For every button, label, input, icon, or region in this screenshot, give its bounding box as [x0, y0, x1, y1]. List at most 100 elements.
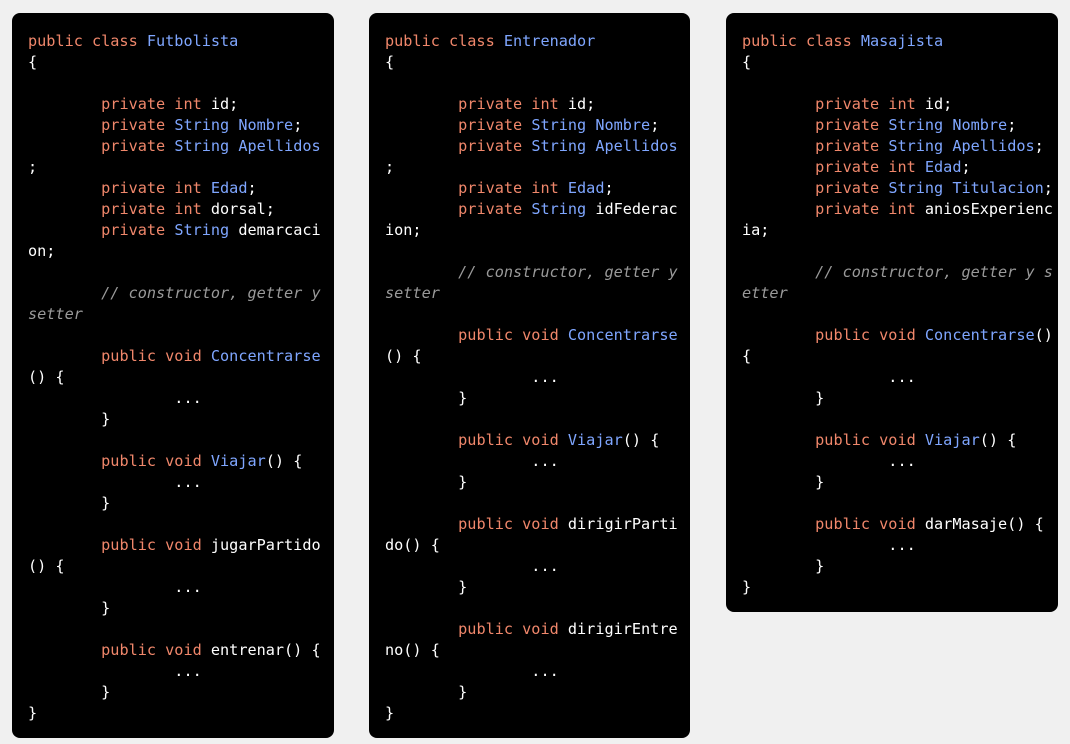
- code-token: // constructor, getter y: [101, 284, 321, 302]
- code-token: ion;: [385, 221, 422, 239]
- code-token: private: [458, 137, 532, 155]
- code-token: private int: [815, 95, 925, 113]
- code-token: Viajar: [567, 431, 623, 449]
- code-token: Apellidos: [952, 137, 1035, 155]
- code-token: public void: [458, 431, 568, 449]
- code-line: public void dirigirParti: [369, 514, 690, 535]
- code-line: private String Apellidos: [369, 136, 690, 157]
- code-line: }: [12, 409, 334, 430]
- code-line: ;: [369, 157, 690, 178]
- code-token: }: [385, 704, 395, 722]
- code-line: ...: [726, 367, 1058, 388]
- code-token: Nombre: [238, 116, 294, 134]
- code-token: private int: [101, 95, 211, 113]
- code-line: public class Entrenador: [369, 31, 690, 52]
- code-token: String: [531, 200, 596, 218]
- code-token: private: [458, 116, 532, 134]
- code-line: // constructor, getter y s: [726, 262, 1058, 283]
- code-token: String: [174, 116, 239, 134]
- code-token: private: [458, 200, 532, 218]
- code-token: ;: [28, 158, 38, 176]
- code-line: ...: [12, 472, 334, 493]
- code-token: public void: [815, 431, 925, 449]
- code-line: public void darMasaje() {: [726, 514, 1058, 535]
- code-token: Nombre: [952, 116, 1008, 134]
- code-token: {: [385, 53, 395, 71]
- code-token: private int: [458, 179, 568, 197]
- code-token: ;: [293, 116, 303, 134]
- code-token: {: [742, 347, 752, 365]
- code-line: }: [369, 388, 690, 409]
- code-line: private int id;: [369, 94, 690, 115]
- code-line: do() {: [369, 535, 690, 556]
- code-panel-futbolista: public class Futbolista{ private int id;…: [12, 13, 334, 738]
- code-token: idFederac: [595, 200, 678, 218]
- code-panel-masajista: public class Masajista{ private int id; …: [726, 13, 1058, 612]
- code-line: () {: [12, 367, 334, 388]
- code-line: }: [12, 703, 334, 724]
- code-line: public void Concentrarse(): [726, 325, 1058, 346]
- code-token: Concentrarse: [924, 326, 1035, 344]
- code-token: Concentrarse: [210, 347, 321, 365]
- code-line: private int Edad;: [726, 157, 1058, 178]
- code-token: ;: [961, 158, 971, 176]
- code-token: () {: [28, 368, 65, 386]
- code-token: {: [28, 53, 38, 71]
- code-block: public class Futbolista{ private int id;…: [12, 31, 334, 724]
- code-token: String: [174, 137, 239, 155]
- code-token: public class: [385, 32, 504, 50]
- code-token: Viajar: [210, 452, 266, 470]
- code-token: }: [28, 683, 111, 701]
- code-token: }: [742, 557, 825, 575]
- code-line: }: [369, 682, 690, 703]
- code-token: }: [28, 704, 38, 722]
- code-line: }: [12, 598, 334, 619]
- code-token: ...: [742, 368, 916, 386]
- code-line: private String demarcaci: [12, 220, 334, 241]
- code-token: }: [385, 389, 468, 407]
- code-token: }: [28, 494, 111, 512]
- code-token: }: [385, 473, 468, 491]
- code-line: private String Nombre;: [369, 115, 690, 136]
- code-token: public void: [458, 326, 568, 344]
- code-line: public void Concentrarse: [369, 325, 690, 346]
- code-token: () {: [28, 557, 65, 575]
- code-token: Titulacion: [952, 179, 1044, 197]
- code-line: }: [369, 577, 690, 598]
- code-line: // constructor, getter y: [369, 262, 690, 283]
- code-token: public void: [101, 641, 211, 659]
- code-line: private String Nombre;: [726, 115, 1058, 136]
- code-line: }: [726, 556, 1058, 577]
- code-line: ...: [369, 661, 690, 682]
- code-line: public class Futbolista: [12, 31, 334, 52]
- code-line: ia;: [726, 220, 1058, 241]
- code-token: setter: [385, 284, 440, 302]
- code-token: Apellidos: [595, 137, 678, 155]
- code-token: String: [531, 137, 596, 155]
- code-line: setter: [12, 304, 334, 325]
- code-token: ...: [742, 536, 916, 554]
- code-token: // constructor, getter y s: [815, 263, 1053, 281]
- code-line: public void Concentrarse: [12, 346, 334, 367]
- code-token: Concentrarse: [567, 326, 678, 344]
- code-token: }: [742, 473, 825, 491]
- code-token: setter: [28, 305, 83, 323]
- code-token: }: [742, 578, 752, 596]
- code-token: darMasaje() {: [924, 515, 1044, 533]
